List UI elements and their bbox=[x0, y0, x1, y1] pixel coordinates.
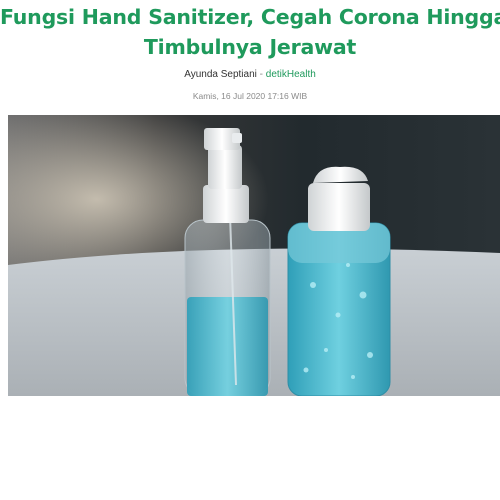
sanitizer-bottles-photo bbox=[8, 115, 500, 396]
article-title-line-2: Timbulnya Jerawat bbox=[143, 35, 357, 59]
article-byline: Ayunda Septiani - detikHealth bbox=[0, 68, 500, 82]
publish-date: Kamis, 16 Jul 2020 17:16 WIB bbox=[192, 91, 308, 101]
hero-image bbox=[8, 115, 500, 396]
byline-separator: - bbox=[259, 69, 263, 80]
author-name[interactable]: Ayunda Septiani bbox=[184, 69, 257, 80]
article-page: Fungsi Hand Sanitizer, Cegah Corona Hing… bbox=[0, 0, 500, 500]
article-title: Fungsi Hand Sanitizer, Cegah Corona Hing… bbox=[0, 2, 500, 62]
article-title-line-1: Fungsi Hand Sanitizer, Cegah Corona Hing… bbox=[0, 5, 500, 29]
channel-link[interactable]: detikHealth bbox=[266, 69, 316, 80]
